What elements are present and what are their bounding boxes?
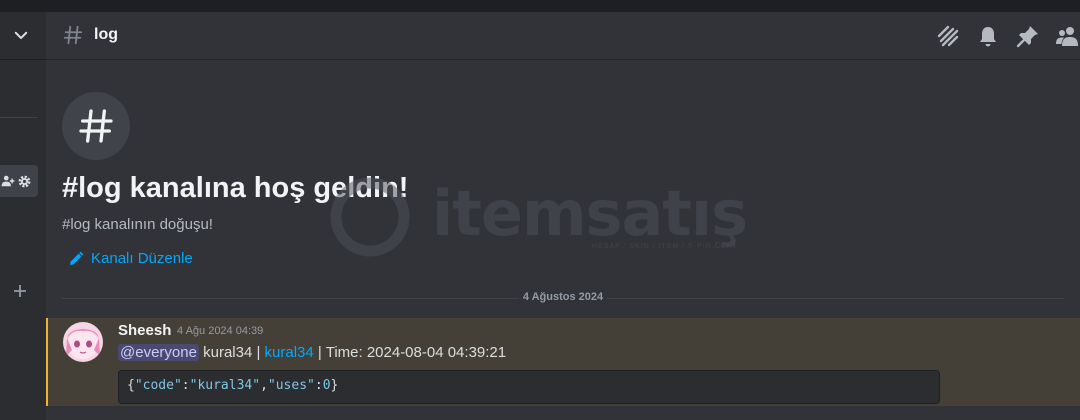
code-key: "uses" [267, 378, 315, 393]
pencil-icon [70, 251, 84, 265]
channel-title: log [94, 26, 118, 43]
members-icon[interactable] [1056, 24, 1080, 48]
sidebar-divider [0, 117, 38, 118]
avatar-image [63, 322, 103, 362]
invite-icon[interactable] [1, 174, 15, 188]
threads-icon[interactable] [936, 24, 960, 48]
message-author[interactable]: Sheesh [118, 322, 171, 339]
avatar[interactable] [63, 322, 103, 362]
hash-icon [79, 109, 113, 143]
server-header[interactable] [0, 12, 46, 60]
message-content: @everyone kural34 | kural34 | Time: 2024… [118, 344, 506, 361]
hash-icon [63, 25, 83, 45]
watermark-tagline: HESAP / SKIN / ITEM / E-PIN.com [592, 239, 736, 251]
pin-icon[interactable] [1016, 24, 1040, 48]
sidebar-item-log[interactable] [0, 165, 38, 197]
channel-header: log [46, 12, 1080, 60]
mention-everyone[interactable]: @everyone [118, 344, 199, 361]
code-key: "code" [134, 378, 182, 393]
bell-icon[interactable] [976, 24, 1000, 48]
chevron-down-icon[interactable] [12, 26, 30, 44]
channel-welcome-icon [62, 92, 130, 160]
add-channel-icon[interactable] [13, 284, 27, 298]
channel-sidebar [0, 12, 46, 420]
message-text-part1: kural34 | [198, 344, 265, 361]
edit-channel-link[interactable]: Kanalı Düzenle [68, 250, 193, 267]
chat-area: log #log kanalına hoş geldin! #log kanal… [46, 12, 1080, 420]
message-timestamp: 4 Ağu 2024 04:39 [177, 325, 264, 337]
welcome-subtitle: #log kanalının doğuşu! [62, 216, 213, 233]
message-link[interactable]: kural34 [265, 344, 314, 361]
message-text-part2: | Time: 2024-08-04 04:39:21 [313, 344, 507, 361]
header-toolbar [936, 24, 1080, 48]
code-value: 0 [322, 378, 331, 393]
edit-channel-label: Kanalı Düzenle [91, 250, 193, 267]
code-value: "kural34" [189, 378, 261, 393]
watermark-logo-icon [330, 177, 410, 257]
code-block: {"code":"kural34","uses":0} [118, 370, 940, 404]
date-divider: 4 Ağustos 2024 [62, 291, 1064, 303]
gear-icon[interactable] [17, 174, 32, 189]
message-item[interactable]: Sheesh 4 Ağu 2024 04:39 @everyone kural3… [46, 318, 1080, 406]
window-top-bar [0, 0, 1080, 12]
date-divider-label: 4 Ağustos 2024 [518, 291, 608, 303]
watermark: itemsatış HESAP / SKIN / ITEM / E-PIN.co… [322, 177, 762, 257]
